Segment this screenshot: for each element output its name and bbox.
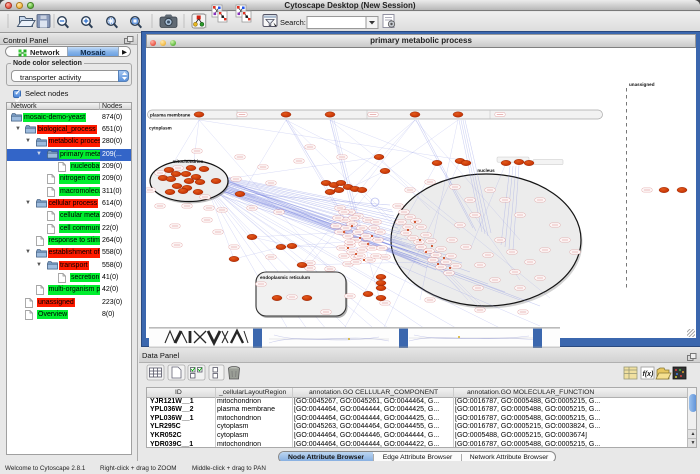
svg-text:nucleus: nucleus	[477, 168, 495, 173]
svg-text:cytoplasm: cytoplasm	[149, 126, 172, 131]
svg-text:plasma membrane: plasma membrane	[150, 113, 191, 118]
svg-text:f(x): f(x)	[643, 371, 655, 378]
svg-text:endoplasmic reticulum: endoplasmic reticulum	[260, 275, 310, 280]
svg-text:mitochondrion: mitochondrion	[173, 159, 204, 164]
svg-text:Search:: Search:	[280, 18, 306, 27]
svg-text:unassigned: unassigned	[629, 82, 655, 87]
